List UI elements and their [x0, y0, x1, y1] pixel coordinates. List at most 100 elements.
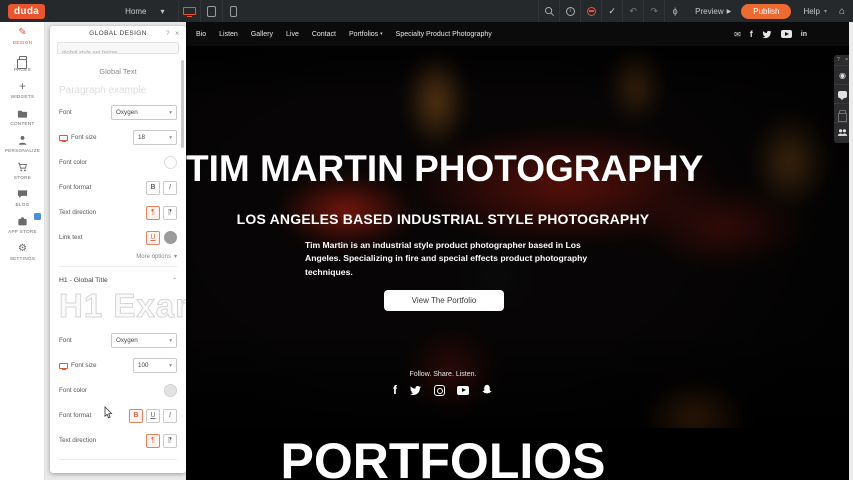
sidebar-item-blog[interactable]: BLOG [0, 184, 45, 211]
device-switcher [178, 0, 244, 22]
preview-button[interactable]: Preview ▶ [695, 7, 731, 16]
panel-scrollbar-thumb[interactable] [181, 60, 184, 148]
sidebar-item-pages[interactable]: PAGES [0, 49, 45, 76]
nav-link-contact[interactable]: Contact [312, 31, 336, 38]
more-options-toggle[interactable]: More options ▾ [50, 250, 186, 260]
nav-link-specialty[interactable]: Specialty Product Photography [396, 31, 492, 38]
font-row: Font Oxygen ▾ [50, 100, 186, 125]
panel-help-button[interactable]: ? [166, 30, 170, 37]
link-color-swatch[interactable] [164, 231, 177, 244]
h1-section-header[interactable]: H1 - Global Title ⌃ [50, 273, 186, 284]
preview-label: Preview [695, 7, 723, 16]
sidebar-item-widgets[interactable]: + WIDGETS [0, 76, 45, 103]
portfolios-heading[interactable]: PORTFOLIOS [186, 432, 700, 480]
tablet-view-button[interactable] [200, 0, 222, 22]
instagram-icon[interactable] [434, 385, 445, 396]
mobile-icon [230, 6, 237, 17]
site-preview-canvas[interactable]: Bio Listen Gallery Live Contact Portfoli… [186, 22, 853, 480]
youtube-icon[interactable] [781, 30, 792, 38]
page-selector-value: Home [125, 7, 146, 16]
undo-button[interactable]: ↶ [622, 0, 643, 22]
font-color-swatch[interactable] [164, 156, 177, 169]
h1-font-format-label: Font format [59, 412, 91, 419]
twitter-icon[interactable] [409, 385, 422, 396]
sidebar-item-app-store[interactable]: APP STORE [0, 211, 45, 238]
sidebar-item-settings[interactable]: ⚙ SETTINGS [0, 238, 45, 265]
nav-link-gallery[interactable]: Gallery [251, 31, 273, 38]
nav-link-live[interactable]: Live [286, 31, 299, 38]
font-color-label: Font color [59, 159, 87, 166]
chevron-down-icon: ▾ [824, 8, 827, 15]
mobile-view-button[interactable] [222, 0, 244, 22]
youtube-icon[interactable] [457, 386, 469, 395]
h1-ltr-direction-button[interactable]: ¶ [146, 434, 160, 448]
linkedin-icon[interactable]: in [801, 31, 807, 38]
info-button[interactable]: i [559, 0, 580, 22]
site-navbar[interactable]: Bio Listen Gallery Live Contact Portfoli… [186, 22, 853, 46]
h1-font-select[interactable]: Oxygen ▾ [111, 333, 177, 348]
font-size-value: 18 [138, 134, 145, 141]
italic-button[interactable]: I [163, 181, 177, 195]
view-portfolio-button[interactable]: View The Portfolio [384, 290, 504, 311]
duda-logo[interactable]: duda [8, 4, 45, 19]
panel-close-button[interactable]: × [175, 29, 180, 38]
h1-font-size-select[interactable]: 100 ▾ [133, 358, 177, 373]
undo-icon: ↶ [629, 6, 637, 17]
redo-button[interactable]: ↷ [643, 0, 664, 22]
hero-paragraph[interactable]: Tim Martin is an industrial style produc… [305, 239, 591, 279]
snapchat-icon[interactable] [481, 384, 493, 396]
brush-icon: ✎ [18, 27, 26, 38]
hidden-elements-button[interactable] [580, 0, 601, 22]
global-design-panel: GLOBAL DESIGN ? × global style set below… [50, 26, 186, 473]
h1-underline-button[interactable]: U [146, 409, 160, 423]
comment-icon [838, 91, 847, 98]
search-icon [544, 6, 555, 17]
preview-scrollbar[interactable] [849, 22, 853, 480]
hero-title[interactable]: TIM MARTIN PHOTOGRAPHY [186, 148, 700, 190]
twitter-icon[interactable] [762, 30, 772, 39]
text-direction-row: Text direction ¶ ¶ [50, 200, 186, 225]
h1-style-preview: H1 Example [50, 288, 186, 328]
link-underline-button[interactable]: U [146, 231, 160, 245]
sidebar-item-content[interactable]: CONTENT [0, 103, 45, 130]
sidebar-item-label: STORE [14, 175, 31, 180]
nav-link-listen[interactable]: Listen [219, 31, 238, 38]
plus-icon: + [19, 81, 26, 92]
question-icon[interactable]: ? [837, 57, 840, 63]
app-store-badge [34, 213, 41, 220]
paragraph-rtl-icon: ¶ [168, 209, 172, 216]
h1-rtl-direction-button[interactable]: ¶ [163, 434, 177, 448]
bold-button[interactable]: B [146, 181, 160, 195]
search-button[interactable] [538, 0, 559, 22]
desktop-view-button[interactable] [178, 0, 200, 22]
chevron-down-icon: ▾ [169, 135, 172, 141]
h1-italic-button[interactable]: I [163, 409, 177, 423]
ltr-direction-button[interactable]: ¶ [146, 206, 160, 220]
device-override-icon [59, 135, 68, 141]
hero-subtitle[interactable]: LOS ANGELES BASED INDUSTRIAL STYLE PHOTO… [186, 211, 700, 227]
h1-bold-button[interactable]: B [129, 409, 143, 423]
sidebar-item-store[interactable]: STORE [0, 157, 45, 184]
sidebar-item-design[interactable]: ✎ DESIGN [0, 22, 45, 49]
font-size-select[interactable]: 18 ▾ [133, 130, 177, 145]
nav-link-bio[interactable]: Bio [196, 31, 206, 38]
rtl-direction-button[interactable]: ¶ [163, 206, 177, 220]
dashboard-home-button[interactable]: ⌂ [839, 6, 845, 17]
page-selector-dropdown[interactable]: Home ▾ [125, 7, 164, 16]
h1-font-color-swatch[interactable] [164, 384, 177, 397]
facebook-icon[interactable]: f [393, 383, 397, 397]
nav-link-portfolios[interactable]: Portfolios ▾ [349, 31, 383, 38]
publish-button[interactable]: Publish [741, 4, 791, 19]
sidebar-item-personalize[interactable]: PERSONALIZE [0, 130, 45, 157]
editor-topbar: duda Home ▾ i ✓ ↶ [0, 0, 853, 22]
sidebar-item-label: DESIGN [13, 40, 32, 45]
editor-sidebar: ✎ DESIGN PAGES + WIDGETS CONTENT PERSONA… [0, 22, 45, 480]
help-dropdown[interactable]: Help ▾ [803, 7, 826, 16]
text-direction-label: Text direction [59, 209, 96, 216]
dev-mode-button[interactable]: ϕ [664, 0, 685, 22]
font-select[interactable]: Oxygen ▾ [111, 105, 177, 120]
close-icon[interactable]: × [845, 57, 848, 63]
h1-font-color-row: Font color [50, 378, 186, 403]
mail-icon[interactable]: ✉ [734, 30, 741, 39]
facebook-icon[interactable]: f [750, 29, 753, 39]
